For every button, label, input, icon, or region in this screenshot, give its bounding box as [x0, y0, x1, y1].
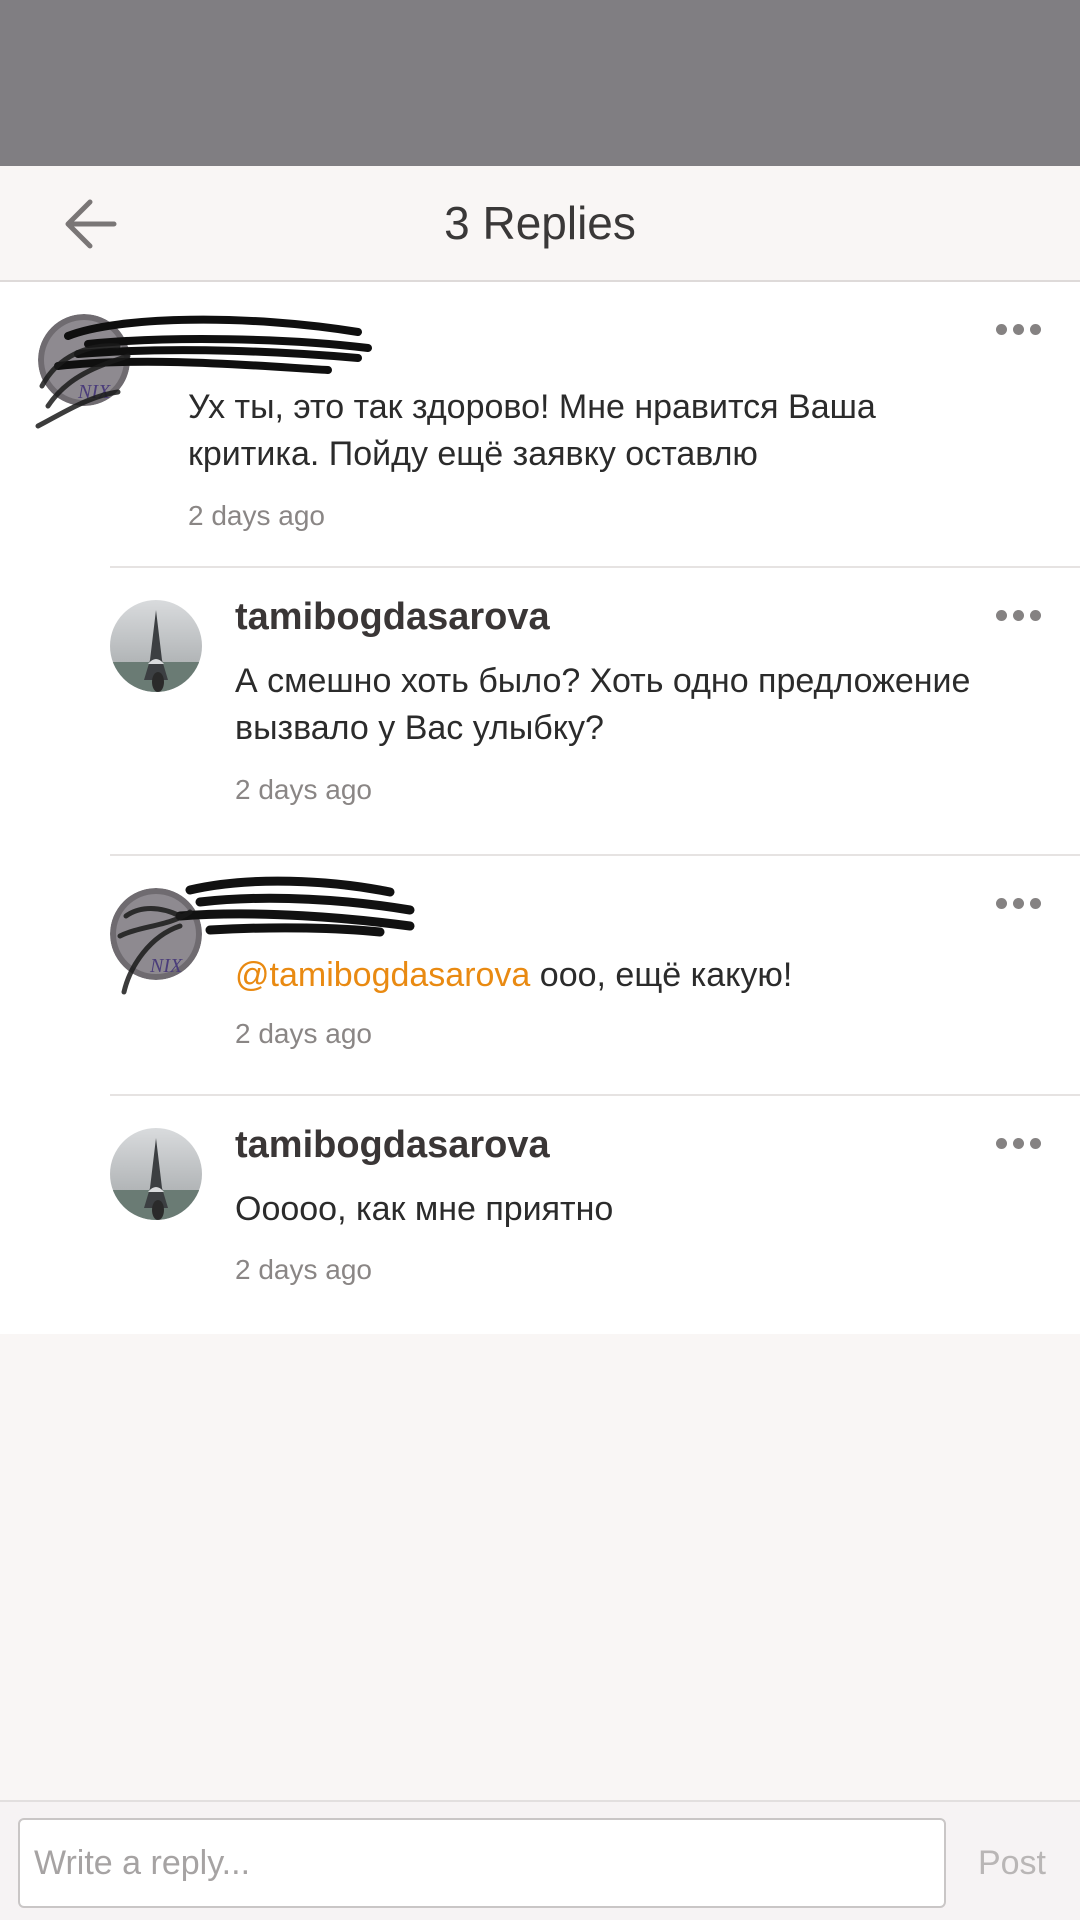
- mention-link[interactable]: @tamibogdasarova: [235, 956, 530, 994]
- reply-composer: Post: [0, 1800, 1080, 1920]
- reply-input[interactable]: [18, 1818, 946, 1908]
- more-horizontal-icon: [996, 1138, 1007, 1149]
- reply-username[interactable]: tamibogdasarova: [235, 1124, 550, 1167]
- more-options-button[interactable]: [996, 604, 1050, 628]
- comment-text: Ух ты, это так здорово! Мне нравится Ваш…: [188, 388, 876, 473]
- dimmed-background[interactable]: [0, 0, 1080, 166]
- reply-item: tamibogdasarova Ооооо, как мне приятно 2…: [0, 1096, 1080, 1334]
- reply-text: @tamibogdasarova ооо, ещё какую!: [235, 952, 1035, 999]
- avatar[interactable]: [110, 1128, 202, 1220]
- reply-item: NIX @tamibogdasarova ооо, ещё какую! 2 d…: [0, 856, 1080, 1096]
- more-options-button[interactable]: [996, 1132, 1050, 1156]
- replies-list: NIX Ух ты, это так здорово! Мне нравится…: [0, 282, 1080, 1334]
- more-options-button[interactable]: [996, 892, 1050, 916]
- reply-timestamp: 2 days ago: [235, 774, 372, 805]
- svg-text:NIX: NIX: [149, 955, 183, 977]
- reply-text: Ооооо, как мне приятно: [235, 1190, 614, 1228]
- svg-text:NIX: NIX: [77, 381, 111, 403]
- comment-timestamp: 2 days ago: [188, 500, 325, 531]
- reply-timestamp: 2 days ago: [235, 1254, 372, 1285]
- more-options-button[interactable]: [996, 318, 1050, 342]
- reply-username[interactable]: tamibogdasarova: [235, 596, 550, 639]
- avatar[interactable]: [110, 600, 202, 692]
- more-horizontal-icon: [996, 898, 1007, 909]
- more-horizontal-icon: [996, 610, 1007, 621]
- avatar[interactable]: NIX: [38, 314, 130, 406]
- more-horizontal-icon: [996, 324, 1007, 335]
- reply-timestamp: 2 days ago: [235, 1018, 372, 1049]
- post-button[interactable]: Post: [978, 1818, 1046, 1908]
- reply-item: tamibogdasarova А смешно хоть было? Хоть…: [0, 568, 1080, 856]
- page-title: 3 Replies: [444, 197, 636, 249]
- avatar[interactable]: NIX: [110, 888, 202, 980]
- reply-text: А смешно хоть было? Хоть одно предложени…: [235, 662, 971, 747]
- reply-text-body: ооо, ещё какую!: [530, 956, 793, 994]
- parent-comment: NIX Ух ты, это так здорово! Мне нравится…: [0, 282, 1080, 568]
- replies-header: 3 Replies: [0, 166, 1080, 282]
